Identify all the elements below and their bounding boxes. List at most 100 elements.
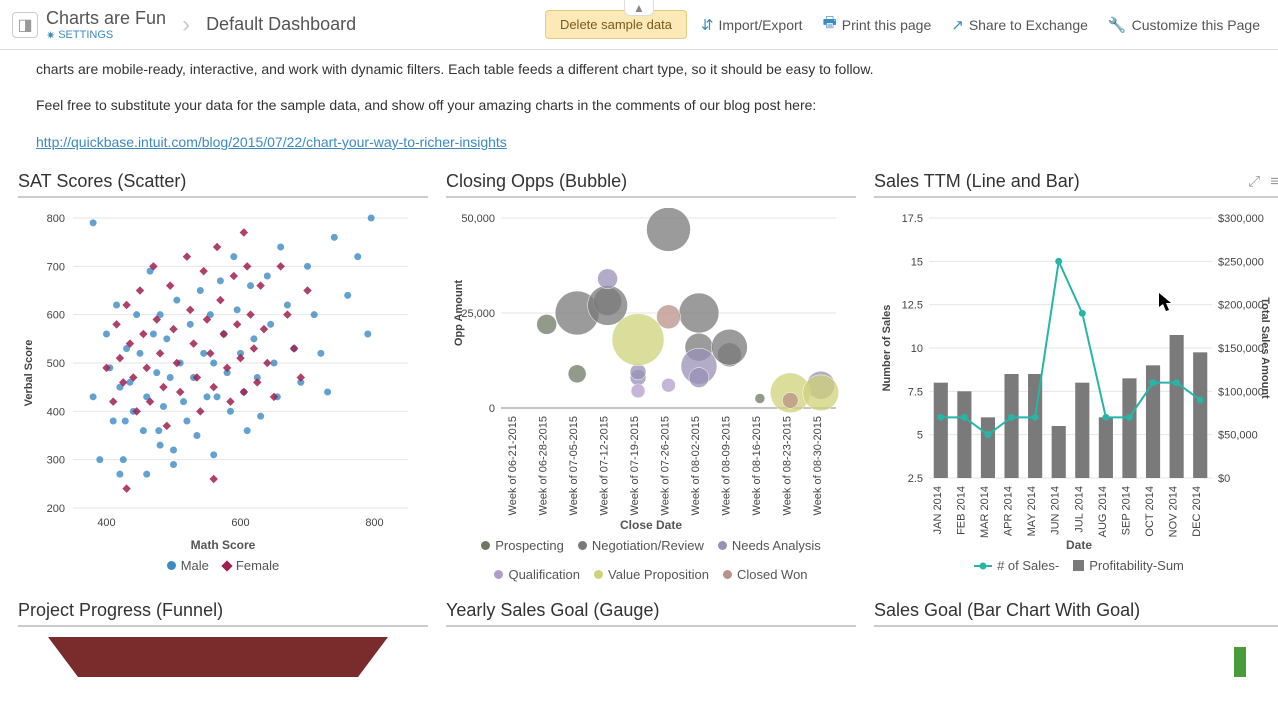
svg-text:Week of 07-19-2015: Week of 07-19-2015 xyxy=(629,416,641,515)
svg-text:APR 2014: APR 2014 xyxy=(1003,486,1015,536)
legend-profitability[interactable]: Profitability-Sum xyxy=(1089,558,1184,573)
svg-text:Week of 07-12-2015: Week of 07-12-2015 xyxy=(599,416,611,515)
card-title: Project Progress (Funnel) xyxy=(18,600,428,621)
svg-text:5: 5 xyxy=(917,430,923,442)
svg-text:Total Sales Amount: Total Sales Amount xyxy=(1259,297,1271,399)
legend-male[interactable]: Male xyxy=(181,558,209,573)
print-button[interactable]: 🖶Print this page xyxy=(817,12,938,37)
svg-text:300: 300 xyxy=(47,455,65,467)
card-title: Yearly Sales Goal (Gauge) xyxy=(446,600,856,621)
gear-icon: ✷ xyxy=(46,29,55,42)
blog-link[interactable]: http://quickbase.intuit.com/blog/2015/07… xyxy=(36,134,507,150)
svg-text:50,000: 50,000 xyxy=(461,213,495,225)
svg-text:400: 400 xyxy=(97,517,115,529)
svg-text:600: 600 xyxy=(231,517,249,529)
import-export-button[interactable]: ⇵Import/Export xyxy=(695,16,809,34)
svg-text:25,000: 25,000 xyxy=(461,308,495,320)
sat-scatter-chart[interactable]: 200300400500600700800400600800Verbal Sco… xyxy=(18,208,418,538)
app-name: Charts are Fun xyxy=(46,8,166,29)
svg-text:600: 600 xyxy=(47,310,65,322)
svg-text:$100,000: $100,000 xyxy=(1218,387,1264,399)
collapse-top-icon[interactable]: ▲ xyxy=(624,0,654,16)
wrench-icon: 🔧 xyxy=(1108,16,1127,34)
sat-legend: Male Female xyxy=(18,552,428,573)
svg-text:Number of Sales: Number of Sales xyxy=(881,305,893,392)
svg-text:$50,000: $50,000 xyxy=(1218,430,1258,442)
svg-text:Week of 07-05-2015: Week of 07-05-2015 xyxy=(568,416,580,515)
share-icon: ↗ xyxy=(951,16,964,34)
svg-text:200: 200 xyxy=(47,503,65,515)
ttm-combo-chart[interactable]: 2.557.51012.51517.5$0$50,000$100,000$150… xyxy=(874,208,1274,538)
print-icon: 🖶 xyxy=(823,12,837,37)
svg-text:DEC 2014: DEC 2014 xyxy=(1191,486,1203,537)
svg-text:Week of 08-23-2015: Week of 08-23-2015 xyxy=(781,416,793,515)
svg-text:NOV 2014: NOV 2014 xyxy=(1168,486,1180,537)
svg-text:JAN 2014: JAN 2014 xyxy=(932,486,944,534)
settings-link[interactable]: ✷SETTINGS xyxy=(46,29,166,42)
funnel-chart[interactable] xyxy=(18,637,418,677)
customize-button[interactable]: 🔧Customize this Page xyxy=(1102,16,1266,34)
svg-text:17.5: 17.5 xyxy=(902,213,923,225)
svg-text:Verbal Score: Verbal Score xyxy=(23,340,35,407)
svg-text:12.5: 12.5 xyxy=(902,300,923,312)
opps-bubble-chart[interactable]: 0 25,000 50,000 Week of 06-21-2015 Week of 0… xyxy=(446,208,846,518)
svg-text:Week of 06-28-2015: Week of 06-28-2015 xyxy=(538,416,550,515)
legend-needs[interactable]: Needs Analysis xyxy=(732,538,821,553)
card-title: Closing Opps (Bubble) xyxy=(446,171,856,192)
svg-text:$250,000: $250,000 xyxy=(1218,257,1264,269)
card-sales-ttm: Sales TTM (Line and Bar) ⤢ ≡ 2.557.51012… xyxy=(874,171,1278,582)
intro-line2: Feel free to substitute your data for th… xyxy=(36,94,1242,116)
svg-text:$200,000: $200,000 xyxy=(1218,300,1264,312)
ttm-xlabel: Date xyxy=(874,538,1278,552)
svg-text:Opp Amount: Opp Amount xyxy=(453,280,465,347)
svg-text:700: 700 xyxy=(47,262,65,274)
legend-negotiation[interactable]: Negotiation/Review xyxy=(592,538,704,553)
breadcrumb-sep-icon: › xyxy=(174,11,198,39)
svg-text:500: 500 xyxy=(47,358,65,370)
legend-prospecting[interactable]: Prospecting xyxy=(495,538,564,553)
svg-text:400: 400 xyxy=(47,407,65,419)
opps-legend: Prospecting Negotiation/Review Needs Ana… xyxy=(446,532,856,582)
svg-text:0: 0 xyxy=(489,403,495,415)
svg-text:SEP 2014: SEP 2014 xyxy=(1120,486,1132,535)
svg-text:Week of 08-02-2015: Week of 08-02-2015 xyxy=(690,416,702,515)
delete-sample-button[interactable]: Delete sample data xyxy=(545,10,687,39)
svg-text:Week of 08-30-2015: Week of 08-30-2015 xyxy=(812,416,824,515)
svg-text:Week of 08-16-2015: Week of 08-16-2015 xyxy=(751,416,763,515)
svg-text:$150,000: $150,000 xyxy=(1218,343,1264,355)
svg-text:JUN 2014: JUN 2014 xyxy=(1050,486,1062,535)
legend-female[interactable]: Female xyxy=(236,558,279,573)
goal-bar-chart[interactable] xyxy=(874,637,1274,677)
card-yearly-gauge: Yearly Sales Goal (Gauge) xyxy=(446,600,856,677)
expand-icon[interactable]: ⤢ xyxy=(1243,173,1265,190)
opps-xlabel: Close Date xyxy=(446,518,856,532)
intro-line1: charts are mobile-ready, interactive, an… xyxy=(36,58,1242,80)
legend-closedwon[interactable]: Closed Won xyxy=(737,567,808,582)
svg-text:$300,000: $300,000 xyxy=(1218,213,1264,225)
svg-text:JUL 2014: JUL 2014 xyxy=(1073,486,1085,533)
legend-numsales[interactable]: # of Sales- xyxy=(997,558,1059,573)
svg-text:MAY 2014: MAY 2014 xyxy=(1026,486,1038,536)
dashboard-name[interactable]: Default Dashboard xyxy=(206,14,356,35)
svg-text:800: 800 xyxy=(365,517,383,529)
sat-xlabel: Math Score xyxy=(18,538,428,552)
svg-text:Week of 07-26-2015: Week of 07-26-2015 xyxy=(660,416,672,515)
svg-text:$0: $0 xyxy=(1218,473,1230,485)
ttm-legend: # of Sales- Profitability-Sum xyxy=(874,552,1278,573)
dashboard-grid: SAT Scores (Scatter) 2003004005006007008… xyxy=(0,171,1278,677)
svg-text:2.5: 2.5 xyxy=(908,473,923,485)
svg-text:7.5: 7.5 xyxy=(908,387,923,399)
import-icon: ⇵ xyxy=(701,16,714,34)
breadcrumb-app[interactable]: Charts are Fun ✷SETTINGS xyxy=(46,8,166,42)
card-closing-opps: Closing Opps (Bubble) 0 25,000 50,000 Week … xyxy=(446,171,856,582)
legend-qualification[interactable]: Qualification xyxy=(508,567,580,582)
svg-text:Week of 06-21-2015: Week of 06-21-2015 xyxy=(507,416,519,515)
intro-text: charts are mobile-ready, interactive, an… xyxy=(0,50,1278,171)
legend-valueprop[interactable]: Value Proposition xyxy=(608,567,709,582)
app-logo-icon[interactable]: ◨ xyxy=(12,12,38,38)
svg-text:15: 15 xyxy=(911,257,923,269)
menu-icon[interactable]: ≡ xyxy=(1265,173,1278,190)
share-button[interactable]: ↗Share to Exchange xyxy=(945,16,1094,34)
svg-text:FEB 2014: FEB 2014 xyxy=(955,486,967,535)
card-sales-goal-bar: Sales Goal (Bar Chart With Goal) xyxy=(874,600,1278,677)
